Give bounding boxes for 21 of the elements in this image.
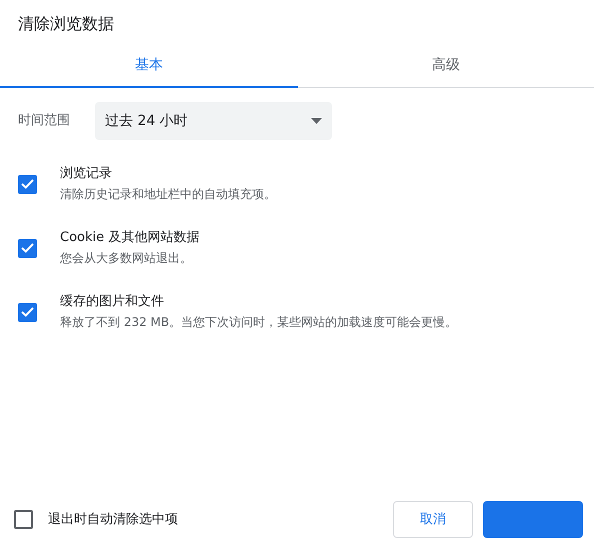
checkmark-icon bbox=[21, 243, 34, 253]
option-description: 清除历史记录和地址栏中的自动填充项。 bbox=[60, 186, 276, 203]
dialog-title: 清除浏览数据 bbox=[17, 13, 115, 35]
time-range-dropdown[interactable]: 过去 24 小时 bbox=[95, 102, 332, 140]
option-description: 您会从大多数网站退出。 bbox=[60, 250, 193, 267]
field-label: 时间范围 bbox=[18, 112, 71, 130]
tab[interactable]: 高级 bbox=[298, 44, 594, 88]
caret-icon bbox=[311, 118, 322, 124]
checkmark-icon bbox=[21, 307, 34, 317]
option-title: 浏览记录 bbox=[60, 165, 113, 183]
option-title: Cookie 及其他网站数据 bbox=[60, 229, 200, 247]
checkbox[interactable] bbox=[14, 510, 33, 529]
checkbox-label: 退出时自动清除选中项 bbox=[48, 510, 178, 529]
checkbox[interactable] bbox=[18, 302, 37, 322]
checkbox[interactable] bbox=[18, 174, 37, 194]
option-description: 释放了不到 232 MB。当您下次访问时，某些网站的加载速度可能会更慢。 bbox=[60, 314, 458, 331]
cancel-button[interactable]: 取消 bbox=[393, 501, 473, 538]
option-title: 缓存的图片和文件 bbox=[60, 293, 165, 311]
checkbox[interactable] bbox=[18, 238, 37, 258]
checkmark-icon bbox=[21, 179, 34, 189]
tab[interactable]: 基本 bbox=[0, 44, 298, 88]
